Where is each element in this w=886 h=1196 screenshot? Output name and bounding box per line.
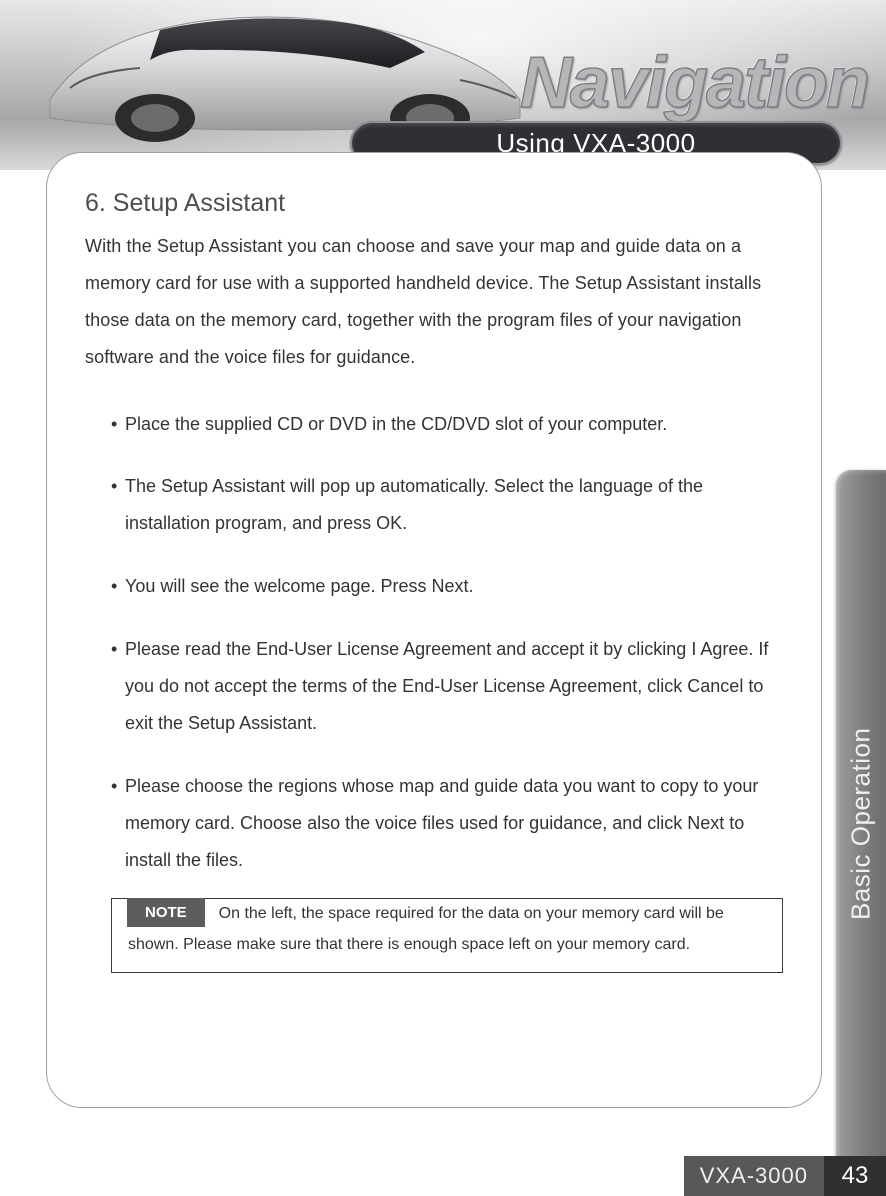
bullet-list: Place the supplied CD or DVD in the CD/D… xyxy=(85,406,783,879)
side-tab-label: Basic Operation xyxy=(846,728,877,920)
list-item: Please read the End-User License Agreeme… xyxy=(111,631,783,742)
list-item: The Setup Assistant will pop up automati… xyxy=(111,468,783,542)
footer-page-number: 43 xyxy=(824,1156,886,1196)
list-item: You will see the welcome page. Press Nex… xyxy=(111,568,783,605)
navigation-wordmark: Navigation xyxy=(520,42,868,124)
content-panel: 6. Setup Assistant With the Setup Assist… xyxy=(46,152,822,1108)
section-heading: 6. Setup Assistant xyxy=(85,189,783,218)
page-footer: VXA-3000 43 xyxy=(684,1156,886,1196)
footer-model: VXA-3000 xyxy=(684,1156,824,1196)
intro-paragraph: With the Setup Assistant you can choose … xyxy=(85,228,783,376)
list-item: Please choose the regions whose map and … xyxy=(111,768,783,879)
note-text: On the left, the space required for the … xyxy=(128,905,724,952)
note-box: NOTEOn the left, the space required for … xyxy=(111,898,783,973)
note-badge: NOTE xyxy=(127,898,205,927)
list-item: Place the supplied CD or DVD in the CD/D… xyxy=(111,406,783,443)
side-tab: Basic Operation xyxy=(836,470,886,1190)
